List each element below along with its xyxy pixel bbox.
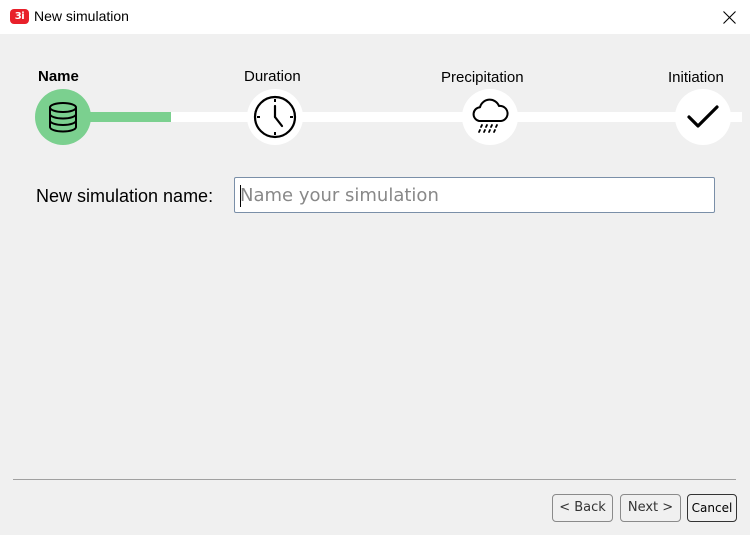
close-button[interactable] (714, 2, 744, 32)
checkmark-icon (687, 105, 719, 128)
database-icon (49, 102, 77, 133)
step-label-precipitation: Precipitation (441, 69, 524, 86)
step-label-name: Name (38, 68, 79, 85)
step-name[interactable] (35, 89, 91, 145)
clock-icon (253, 95, 297, 139)
simulation-name-label: New simulation name: (36, 186, 214, 206)
step-label-duration: Duration (244, 68, 301, 85)
rain-cloud-icon (472, 98, 509, 133)
wizard-stepper: Name Duration Precipitation Initiation (0, 34, 750, 154)
back-button[interactable]: < Back (552, 494, 613, 522)
app-logo: 3i (10, 9, 29, 24)
footer-separator (13, 479, 736, 480)
next-button[interactable]: Next > (620, 494, 681, 522)
title-bar: 3i New simulation (0, 0, 750, 34)
cancel-button[interactable]: Cancel (687, 494, 737, 522)
simulation-name-input[interactable] (234, 177, 715, 213)
step-initiation[interactable] (675, 89, 731, 145)
text-caret (240, 185, 241, 207)
step-precipitation[interactable] (462, 89, 518, 145)
close-icon (723, 11, 736, 24)
step-label-initiation: Initiation (668, 69, 724, 86)
step-duration[interactable] (247, 89, 303, 145)
window-title: New simulation (34, 8, 129, 24)
